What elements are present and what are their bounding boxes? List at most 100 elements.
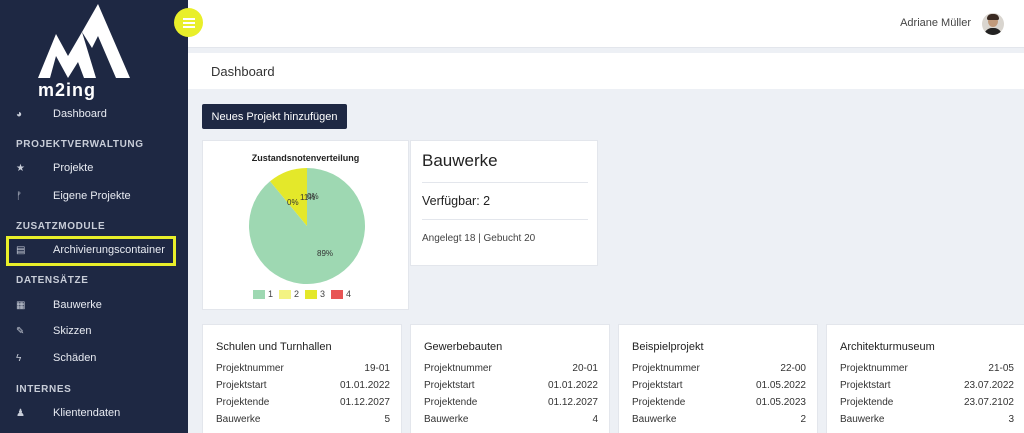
row-label: Projektnummer [424,363,492,374]
sidebar-item-archivierungscontainer[interactable]: ▤ Archivierungscontainer [0,237,188,263]
project-card[interactable]: Beispielprojekt Projektnummer 22-00 Projekt… [618,324,818,433]
project-row-bauwerke: Bauwerke 2 [632,414,806,425]
row-value: 21-05 [988,363,1014,374]
building-icon: ▦ [16,299,26,311]
sidebar-item-schaeden[interactable]: ϟ Schäden [0,345,188,371]
bauwerke-stats: Angelegt 18 | Gebucht 20 [422,233,536,244]
row-label: Projektende [216,397,270,408]
row-label: Projektnummer [632,363,700,374]
logo[interactable]: m2ing [0,0,188,100]
row-label: Projektstart [840,380,891,391]
row-label: Projektende [632,397,686,408]
legend-label: 3 [320,289,326,299]
section-header-projektverwaltung: PROJEKTVERWALTUNG [16,139,144,150]
project-title: Schulen und Turnhallen [216,341,332,353]
legend-item-2[interactable]: 2 [279,289,299,299]
row-label: Projektnummer [840,363,908,374]
row-label: Projektstart [216,380,267,391]
bolt-icon: ϟ [16,352,22,364]
legend-item-1[interactable]: 1 [253,289,273,299]
sidebar-item-klientendaten[interactable]: ♟ Klientendaten [0,400,188,426]
section-header-datensaetze: DATENSÄTZE [16,275,89,286]
legend-swatch [331,289,344,299]
row-label: Projektnummer [216,363,284,374]
fork-icon: ᚠ [16,190,22,202]
project-row-ende: Projektende 01.12.2027 [216,397,390,408]
page-header: Dashboard [188,53,1024,89]
row-value: 2 [800,414,806,425]
project-row-ende: Projektende 01.05.2023 [632,397,806,408]
sidebar-item-label: Klientendaten [53,407,121,419]
project-title: Beispielprojekt [632,341,704,353]
project-row-nummer: Projektnummer 22-00 [632,363,806,374]
sidebar-item-bauwerke[interactable]: ▦ Bauwerke [0,292,188,318]
project-row-bauwerke: Bauwerke 5 [216,414,390,425]
pie-label-2: 0% [287,198,299,207]
pie-label-4: 0% [307,192,319,201]
pie-label-1: 89% [317,249,333,258]
project-row-ende: Projektende 01.12.2027 [424,397,598,408]
project-row-start: Projektstart 01.01.2022 [424,380,598,391]
page-title: Dashboard [211,64,275,79]
row-value: 4 [592,414,598,425]
row-label: Projektstart [424,380,475,391]
chart-legend: 1 2 3 4 [253,289,351,299]
row-value: 5 [384,414,390,425]
row-value: 01.05.2022 [755,380,806,391]
row-value: 01.01.2022 [339,380,390,391]
sidebar-item-skizzen[interactable]: ✎ Skizzen [0,318,188,344]
project-title: Architekturmuseum [840,341,935,353]
m2ing-logo-icon [38,4,130,78]
legend-item-4[interactable]: 4 [331,289,351,299]
project-row-ende: Projektende 23.07.2102 [840,397,1014,408]
sidebar-item-label: Archivierungscontainer [53,244,165,256]
project-title: Gewerbebauten [424,341,503,353]
row-value: 19-01 [364,363,390,374]
row-label: Projektstart [632,380,683,391]
row-label: Projektende [840,397,894,408]
add-project-button[interactable]: Neues Projekt hinzufügen [202,104,347,129]
pencil-square-icon: ✎ [16,325,25,337]
sidebar-item-label: Schäden [53,352,97,364]
section-header-zusatzmodule: ZUSATZMODULE [16,221,106,232]
project-card[interactable]: Gewerbebauten Projektnummer 20-01 Projektst… [410,324,610,433]
row-value: 23.07.2102 [963,397,1014,408]
sidebar-item-label: Projekte [53,162,94,174]
project-card[interactable]: Architekturmuseum Projektnummer 21-05 Proje… [826,324,1024,433]
sidebar-item-label: Eigene Projekte [53,190,131,202]
bauwerke-card: Bauwerke Verfügbar: 2 Angelegt 18 | Gebu… [410,140,598,266]
bauwerke-title: Bauwerke [422,151,498,170]
divider [422,182,588,183]
pie-chart: 89%0%11%0% [249,168,365,284]
project-card[interactable]: Schulen und Turnhallen Projektnummer 19-01… [202,324,402,433]
avatar[interactable] [982,13,1004,35]
row-value: 01.05.2023 [755,397,806,408]
hamburger-icon [182,17,195,28]
legend-item-3[interactable]: 3 [305,289,325,299]
sidebar: m2ing ◕ Dashboard PROJEKTVERWALTUNG ★ Pr… [0,0,188,433]
legend-swatch [253,289,265,299]
project-row-nummer: Projektnummer 20-01 [424,363,598,374]
menu-toggle-button[interactable] [174,8,203,37]
legend-label: 4 [346,289,352,299]
star-icon: ★ [16,162,25,174]
archive-box-icon: ▤ [16,244,26,256]
project-row-bauwerke: Bauwerke 4 [424,414,598,425]
sidebar-item-label: Dashboard [53,108,107,120]
sidebar-item-dashboard[interactable]: ◕ Dashboard [0,101,188,127]
divider [422,219,588,220]
row-value: 23.07.2022 [963,380,1014,391]
sidebar-item-projekte[interactable]: ★ Projekte [0,155,188,181]
row-value: 01.12.2027 [339,397,390,408]
row-value: 20-01 [572,363,598,374]
section-header-internes: INTERNES [16,384,72,395]
user-name[interactable]: Adriane Müller [900,17,971,29]
row-label: Bauwerke [840,414,885,425]
project-row-nummer: Projektnummer 19-01 [216,363,390,374]
legend-swatch [305,289,318,299]
sidebar-item-label: Bauwerke [53,299,102,311]
topbar: Adriane Müller [188,0,1024,48]
dashboard-gauge-icon: ◕ [16,108,23,120]
bauwerke-available: Verfügbar: 2 [422,194,491,208]
sidebar-item-eigene-projekte[interactable]: ᚠ Eigene Projekte [0,183,188,209]
